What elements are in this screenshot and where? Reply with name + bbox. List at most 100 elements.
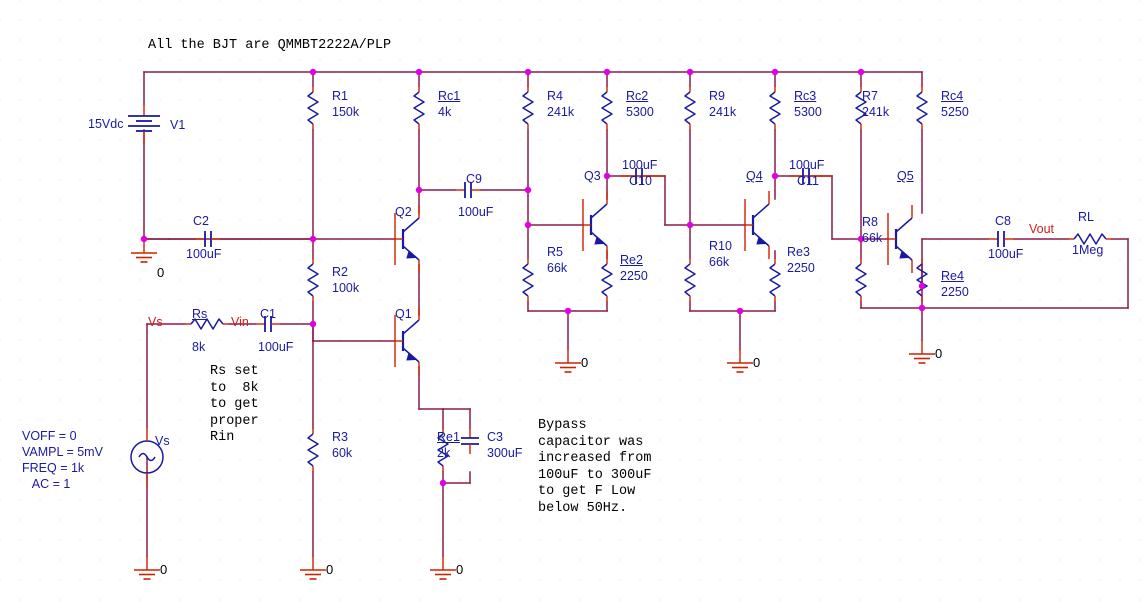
ground-symbol [130, 238, 158, 263]
label-R8-ref: R8 [862, 215, 878, 229]
transistor-Q4 [743, 189, 771, 261]
label-C8-val: 100uF [988, 247, 1024, 261]
label-Vs-ref: Vs [155, 434, 170, 448]
label-C10-val: 100uF [622, 158, 658, 172]
label-Re3-ref: Re3 [787, 245, 810, 259]
resistor-Re3 [769, 257, 781, 303]
label-Rc4-ref: Rc4 [941, 89, 964, 103]
label-Re2-ref: Re2 [620, 253, 643, 267]
bypass-note: Bypass capacitor was increased from 100u… [538, 418, 652, 516]
ground-label: 0 [456, 562, 464, 577]
label-C2-ref: C2 [193, 214, 209, 228]
label-R1-ref: R1 [332, 89, 348, 103]
label-R9-val: 241k [709, 105, 737, 119]
transistor-Q5 [886, 203, 914, 275]
ground-symbol [908, 339, 936, 364]
label-Re2-val: 2250 [620, 269, 648, 283]
resistor-Rc4 [916, 85, 928, 131]
label-Q2: Q2 [395, 205, 412, 219]
ground-symbol [554, 348, 582, 373]
label-R10-ref: R10 [709, 239, 732, 253]
label-Rc1-ref: Rc1 [438, 89, 461, 103]
label-R1-val: 150k [332, 105, 360, 119]
label-C3-ref: C3 [487, 430, 503, 444]
ground-label: 0 [753, 355, 761, 370]
label-Rc3-ref: Rc3 [794, 89, 817, 103]
label-R3-val: 60k [332, 446, 353, 460]
resistor-R2 [307, 257, 319, 303]
label-R3-ref: R3 [332, 430, 348, 444]
label-R4-val: 241k [547, 105, 575, 119]
ground-label: 0 [157, 265, 165, 280]
supply-ref-label: V1 [170, 118, 186, 132]
resistor-R1 [307, 85, 319, 131]
label-C3-val: 300uF [487, 446, 523, 460]
resistor-R4 [522, 85, 534, 131]
ground-label: 0 [326, 562, 334, 577]
label-Rs-val: 8k [192, 340, 206, 354]
label-R10-val: 66k [709, 255, 730, 269]
label-C1-ref: C1 [260, 307, 276, 321]
source-params: VOFF = 0 VAMPL = 5mV FREQ = 1k AC = 1 [22, 429, 103, 491]
label-R5-val: 66k [547, 261, 568, 275]
ground-symbol [133, 555, 161, 580]
label-C2-val: 100uF [186, 247, 222, 261]
label-Q1: Q1 [395, 307, 412, 321]
label-R5-ref: R5 [547, 245, 563, 259]
ground-symbol [429, 555, 457, 580]
label-Re1-ref: Re1 [437, 430, 460, 444]
capacitor-C3 [460, 427, 480, 455]
resistor-R9 [684, 85, 696, 131]
label-Re4-val: 2250 [941, 285, 969, 299]
net-label-vin: Vin [231, 315, 249, 329]
label-Re4-ref: Re4 [941, 269, 964, 283]
label-C10-ref: C10 [629, 174, 652, 188]
capacitor-C8 [987, 230, 1015, 248]
label-Re3-val: 2250 [787, 261, 815, 275]
label-R8-val: 66k [862, 231, 883, 245]
label-R2-ref: R2 [332, 265, 348, 279]
label-C9-ref: C9 [466, 172, 482, 186]
label-Rc4-val: 5250 [941, 105, 969, 119]
label-Rc2-ref: Rc2 [626, 89, 649, 103]
resistor-Re2 [601, 257, 613, 303]
resistor-R3 [307, 427, 319, 473]
net-label-vs: Vs [148, 315, 163, 329]
label-Q5: Q5 [897, 169, 914, 183]
label-Re1-val: 2k [437, 446, 451, 460]
label-Q4: Q4 [746, 169, 763, 183]
label-R9-ref: R9 [709, 89, 725, 103]
label-R7-val: 241k [862, 105, 890, 119]
label-C11-ref: C11 [797, 174, 820, 188]
resistor-R8 [855, 257, 867, 303]
label-C9-val: 100uF [458, 205, 494, 219]
label-Rs-ref: Rs [192, 307, 208, 321]
label-C11-val: 100uF [789, 158, 825, 172]
ground-label: 0 [935, 346, 943, 361]
ground-symbol [299, 555, 327, 580]
transistor-Q3 [581, 189, 609, 261]
label-C1-val: 100uF [258, 340, 294, 354]
label-Q3: Q3 [584, 169, 601, 183]
ground-label: 0 [581, 355, 589, 370]
resistor-R10 [684, 257, 696, 303]
label-Rc3-val: 5300 [794, 105, 822, 119]
resistor-Rc3 [769, 85, 781, 131]
label-RL-val: 1Meg [1072, 243, 1104, 257]
ground-symbol [726, 348, 754, 373]
resistor-Rc1 [413, 85, 425, 131]
resistor-Rc2 [601, 85, 613, 131]
rs-note: Rs set to 8k to get proper Rin [210, 364, 259, 445]
resistor-R5 [522, 257, 534, 303]
label-R2-val: 100k [332, 281, 360, 295]
label-R4-ref: R4 [547, 89, 563, 103]
label-RL-ref: RL [1078, 210, 1094, 224]
label-Rc2-val: 5300 [626, 105, 654, 119]
schematic-canvas: All the BJT are QMMBT2222A/PLP 15Vdc V1 … [0, 0, 1146, 602]
ground-label: 0 [160, 562, 168, 577]
net-label-vout: Vout [1029, 222, 1055, 236]
label-C8-ref: C8 [995, 214, 1011, 228]
label-R7-ref: R7 [862, 89, 878, 103]
title-note: All the BJT are QMMBT2222A/PLP [148, 38, 392, 53]
supply-value-label: 15Vdc [88, 117, 124, 131]
